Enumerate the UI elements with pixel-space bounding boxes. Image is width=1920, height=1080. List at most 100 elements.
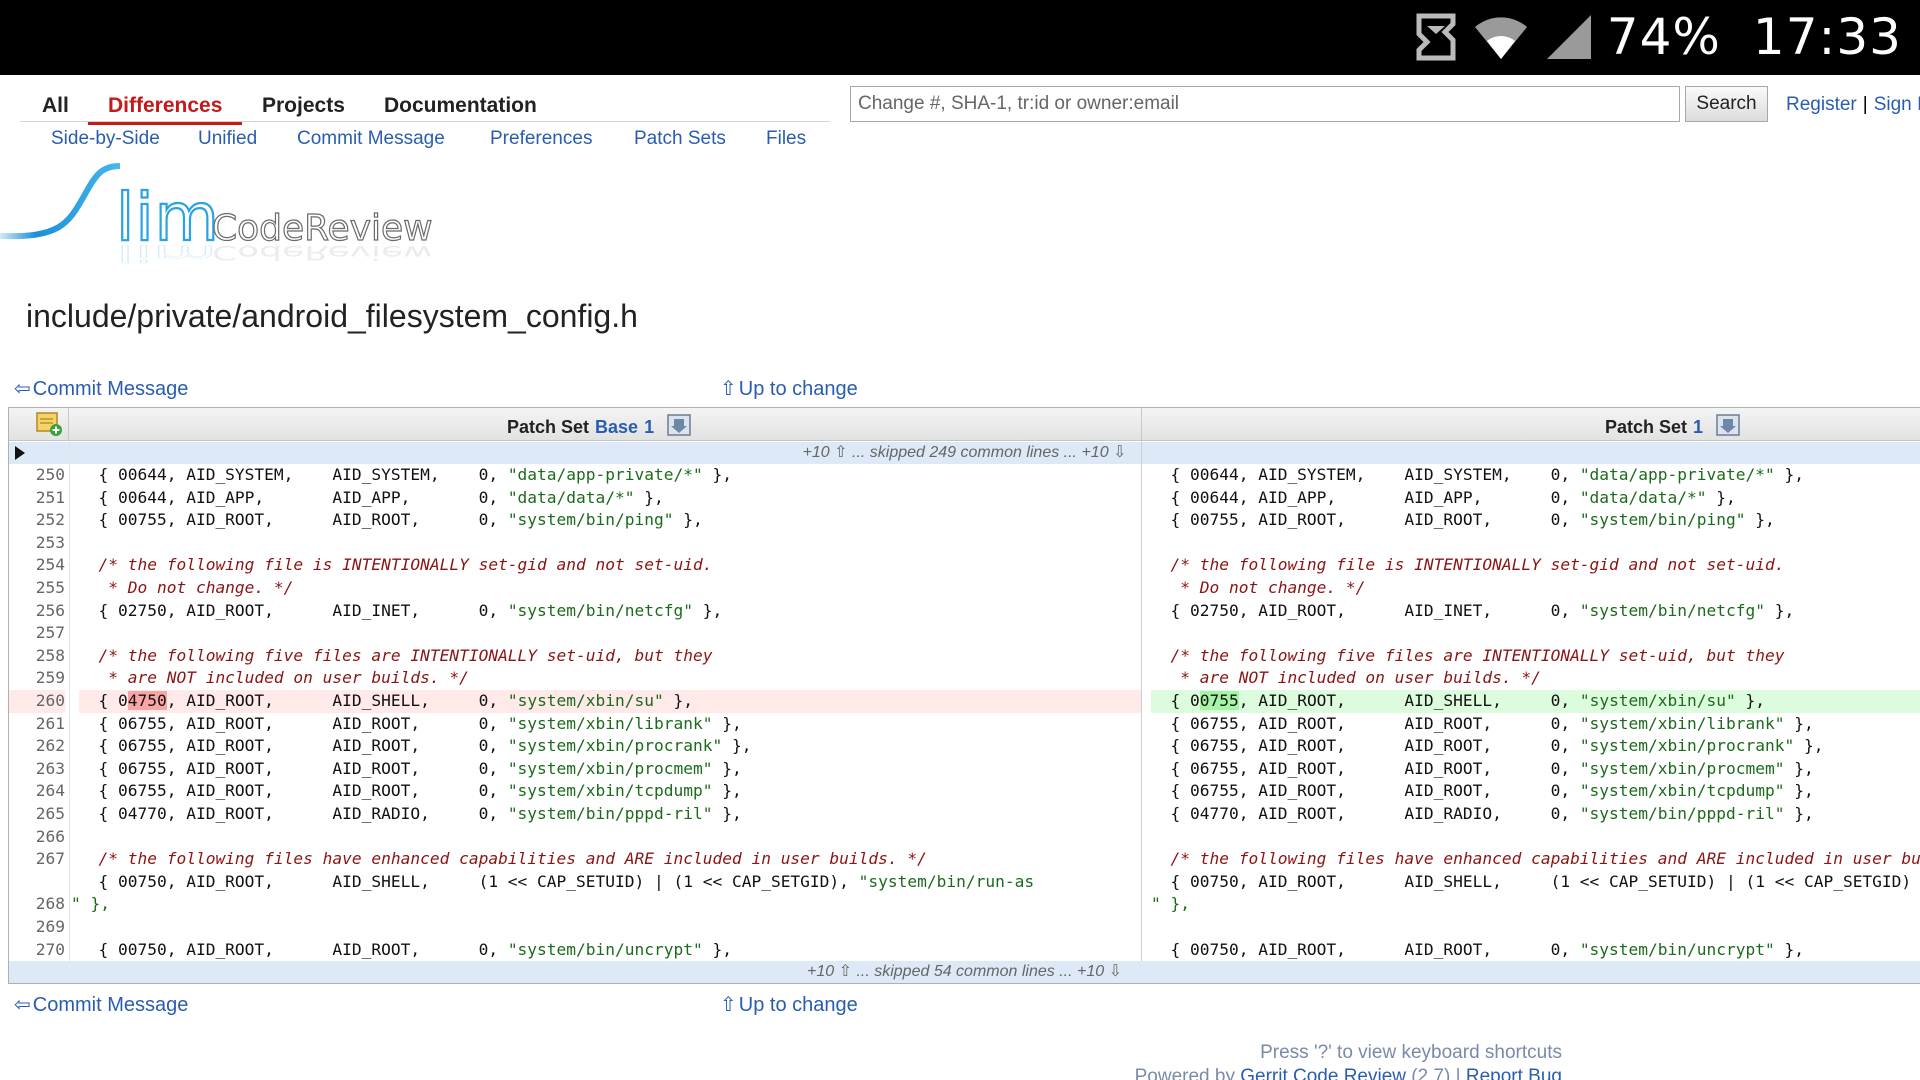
line-number[interactable]: 263 [9,758,65,781]
up-to-change-link-top[interactable]: ⇧ Up to change [720,376,858,401]
submenu-files[interactable]: Files [766,128,806,150]
old-code: { 00750, AID_ROOT, AID_ROOT, 0, "system/… [79,939,732,959]
diff-line[interactable]: 268 { 00750, AID_ROOT, AID_SHELL, (1 << … [9,871,1920,916]
commit-message-link-bottom[interactable]: ⇦ Commit Message [14,992,188,1017]
diff-line[interactable]: 259 * are NOT included on user builds. *… [9,667,1920,690]
sync-icon [1416,13,1456,61]
submenu-preferences[interactable]: Preferences [490,128,592,150]
new-code: { 00750, AID_ROOT, AID_ROOT, 0, "system/… [1151,939,1804,959]
submenu-unified[interactable]: Unified [198,128,257,150]
search-input[interactable] [851,87,1679,121]
line-number[interactable]: 250 [9,464,65,487]
new-code [1151,826,1920,849]
line-number[interactable]: 251 [9,487,65,510]
diff-line[interactable]: 257 [9,622,1920,645]
status-bar: 74% 17:33 [0,0,1920,75]
line-number[interactable]: 264 [9,780,65,803]
new-code: { 06755, AID_ROOT, AID_ROOT, 0, "system/… [1151,736,1824,756]
diff-line[interactable]: 253 [9,532,1920,555]
up-to-change-label: Up to change [738,378,858,400]
old-code: { 00755, AID_ROOT, AID_ROOT, 0, "system/… [79,510,703,530]
tab-all[interactable]: All [42,94,69,124]
line-number[interactable]: 256 [9,600,65,623]
new-code [1151,916,1920,939]
line-number[interactable]: 261 [9,713,65,736]
commit-message-label: Commit Message [32,994,189,1016]
up-to-change-link-bottom[interactable]: ⇧ Up to change [720,992,858,1017]
submenu-side-by-side[interactable]: Side-by-Side [51,128,160,150]
diff-line[interactable]: 262 { 06755, AID_ROOT, AID_ROOT, 0, "sys… [9,735,1920,758]
skip-row-bottom[interactable]: +10 ⇧ ... skipped 54 common lines ... +1… [9,961,1920,983]
diff-line[interactable]: 267 /* the following files have enhanced… [9,848,1920,871]
tab-documentation[interactable]: Documentation [384,94,537,124]
right-patchset-1-link[interactable]: 1 [1693,417,1703,437]
old-code: { 04770, AID_ROOT, AID_RADIO, 0, "system… [79,804,742,823]
diff-line[interactable]: 252 { 00755, AID_ROOT, AID_ROOT, 0, "sys… [9,509,1920,532]
skip-row-top[interactable]: +10 ⇧ ... skipped 249 common lines ... +… [9,442,1920,464]
new-code: { 00644, AID_SYSTEM, AID_SYSTEM, 0, "dat… [1151,465,1804,484]
line-number[interactable]: 255 [9,577,65,600]
line-number[interactable]: 254 [9,554,65,577]
diff-line[interactable]: 254 /* the following file is INTENTIONAL… [9,554,1920,577]
download-icon[interactable] [1716,414,1740,436]
download-icon[interactable] [667,414,691,436]
commit-message-link-top[interactable]: ⇦ Commit Message [14,376,188,401]
diff-line[interactable]: 258 /* the following five files are INTE… [9,645,1920,668]
sign-in-link[interactable]: Sign In [1874,94,1920,115]
tab-projects[interactable]: Projects [262,94,345,124]
right-patchset-header: Patch Set 1 [1605,414,1740,438]
diff-line[interactable]: 250 { 00644, AID_SYSTEM, AID_SYSTEM, 0, … [9,464,1920,487]
diff-line[interactable]: 260 { 04750, AID_ROOT, AID_SHELL, 0, "sy… [9,690,1920,713]
auth-separator: | [1862,94,1868,115]
left-patchset-1-link[interactable]: 1 [644,417,654,437]
base-link[interactable]: Base [595,417,638,437]
old-code: /* the following file is INTENTIONALLY s… [79,555,713,575]
line-number[interactable]: 269 [9,916,65,939]
line-number[interactable]: 265 [9,803,65,826]
submenu-patch-sets[interactable]: Patch Sets [634,128,726,150]
line-number[interactable]: 270 [9,939,65,962]
diff-line[interactable]: 264 { 06755, AID_ROOT, AID_ROOT, 0, "sys… [9,780,1920,803]
top-menu: All Differences Projects Documentation [20,90,830,125]
submenu-commit-message[interactable]: Commit Message [297,128,445,150]
line-number[interactable]: 253 [9,532,65,555]
line-number[interactable]: 262 [9,735,65,758]
left-patchset-header: Patch Set Base 1 [507,414,691,438]
report-bug-link[interactable]: Report Bug [1466,1066,1562,1080]
line-number[interactable]: 252 [9,509,65,532]
old-code: * are NOT included on user builds. */ [79,668,469,688]
diff-line[interactable]: 269 [9,916,1920,939]
line-number[interactable]: 267 [9,848,65,871]
diff-line[interactable]: 266 [9,826,1920,849]
diff-line[interactable]: 263 { 06755, AID_ROOT, AID_ROOT, 0, "sys… [9,758,1920,781]
diff-line[interactable]: 265 { 04770, AID_ROOT, AID_RADIO, 0, "sy… [9,803,1920,826]
diff-line[interactable]: 256 { 02750, AID_ROOT, AID_INET, 0, "sys… [9,600,1920,623]
auth-links: Register| Sign In [1786,94,1920,116]
old-code: { 06755, AID_ROOT, AID_ROOT, 0, "system/… [79,736,752,756]
old-code: { 06755, AID_ROOT, AID_ROOT, 0, "system/… [79,758,742,778]
old-code: { 06755, AID_ROOT, AID_ROOT, 0, "system/… [79,781,742,801]
line-number[interactable]: 266 [9,826,65,849]
old-code [79,622,1141,645]
diff-line[interactable]: 251 { 00644, AID_APP, AID_APP, 0, "data/… [9,487,1920,510]
old-code [79,916,1141,939]
line-number[interactable]: 268 [9,893,65,916]
new-code [1151,622,1920,645]
register-link[interactable]: Register [1786,94,1857,115]
tab-differences[interactable]: Differences [88,94,243,125]
line-number[interactable]: 258 [9,645,65,668]
line-number[interactable]: 257 [9,622,65,645]
add-comment-icon[interactable] [35,411,63,437]
new-code: /* the following file is INTENTIONALLY s… [1151,555,1785,575]
line-number[interactable]: 259 [9,667,65,690]
left-arrow-icon: ⇦ [14,994,31,1016]
new-code: /* the following files have enhanced cap… [1151,849,1920,869]
diff-line[interactable]: 270 { 00750, AID_ROOT, AID_ROOT, 0, "sys… [9,939,1920,962]
gerrit-link[interactable]: Gerrit Code Review [1240,1066,1406,1080]
diff-line[interactable]: 255 * Do not change. */ * Do not change.… [9,577,1920,600]
line-number[interactable]: 260 [9,690,65,713]
footer-separator: | [1455,1066,1461,1080]
diff-line[interactable]: 261 { 06755, AID_ROOT, AID_ROOT, 0, "sys… [9,713,1920,736]
old-code: /* the following five files are INTENTIO… [79,645,713,665]
search-button[interactable]: Search [1685,86,1768,122]
